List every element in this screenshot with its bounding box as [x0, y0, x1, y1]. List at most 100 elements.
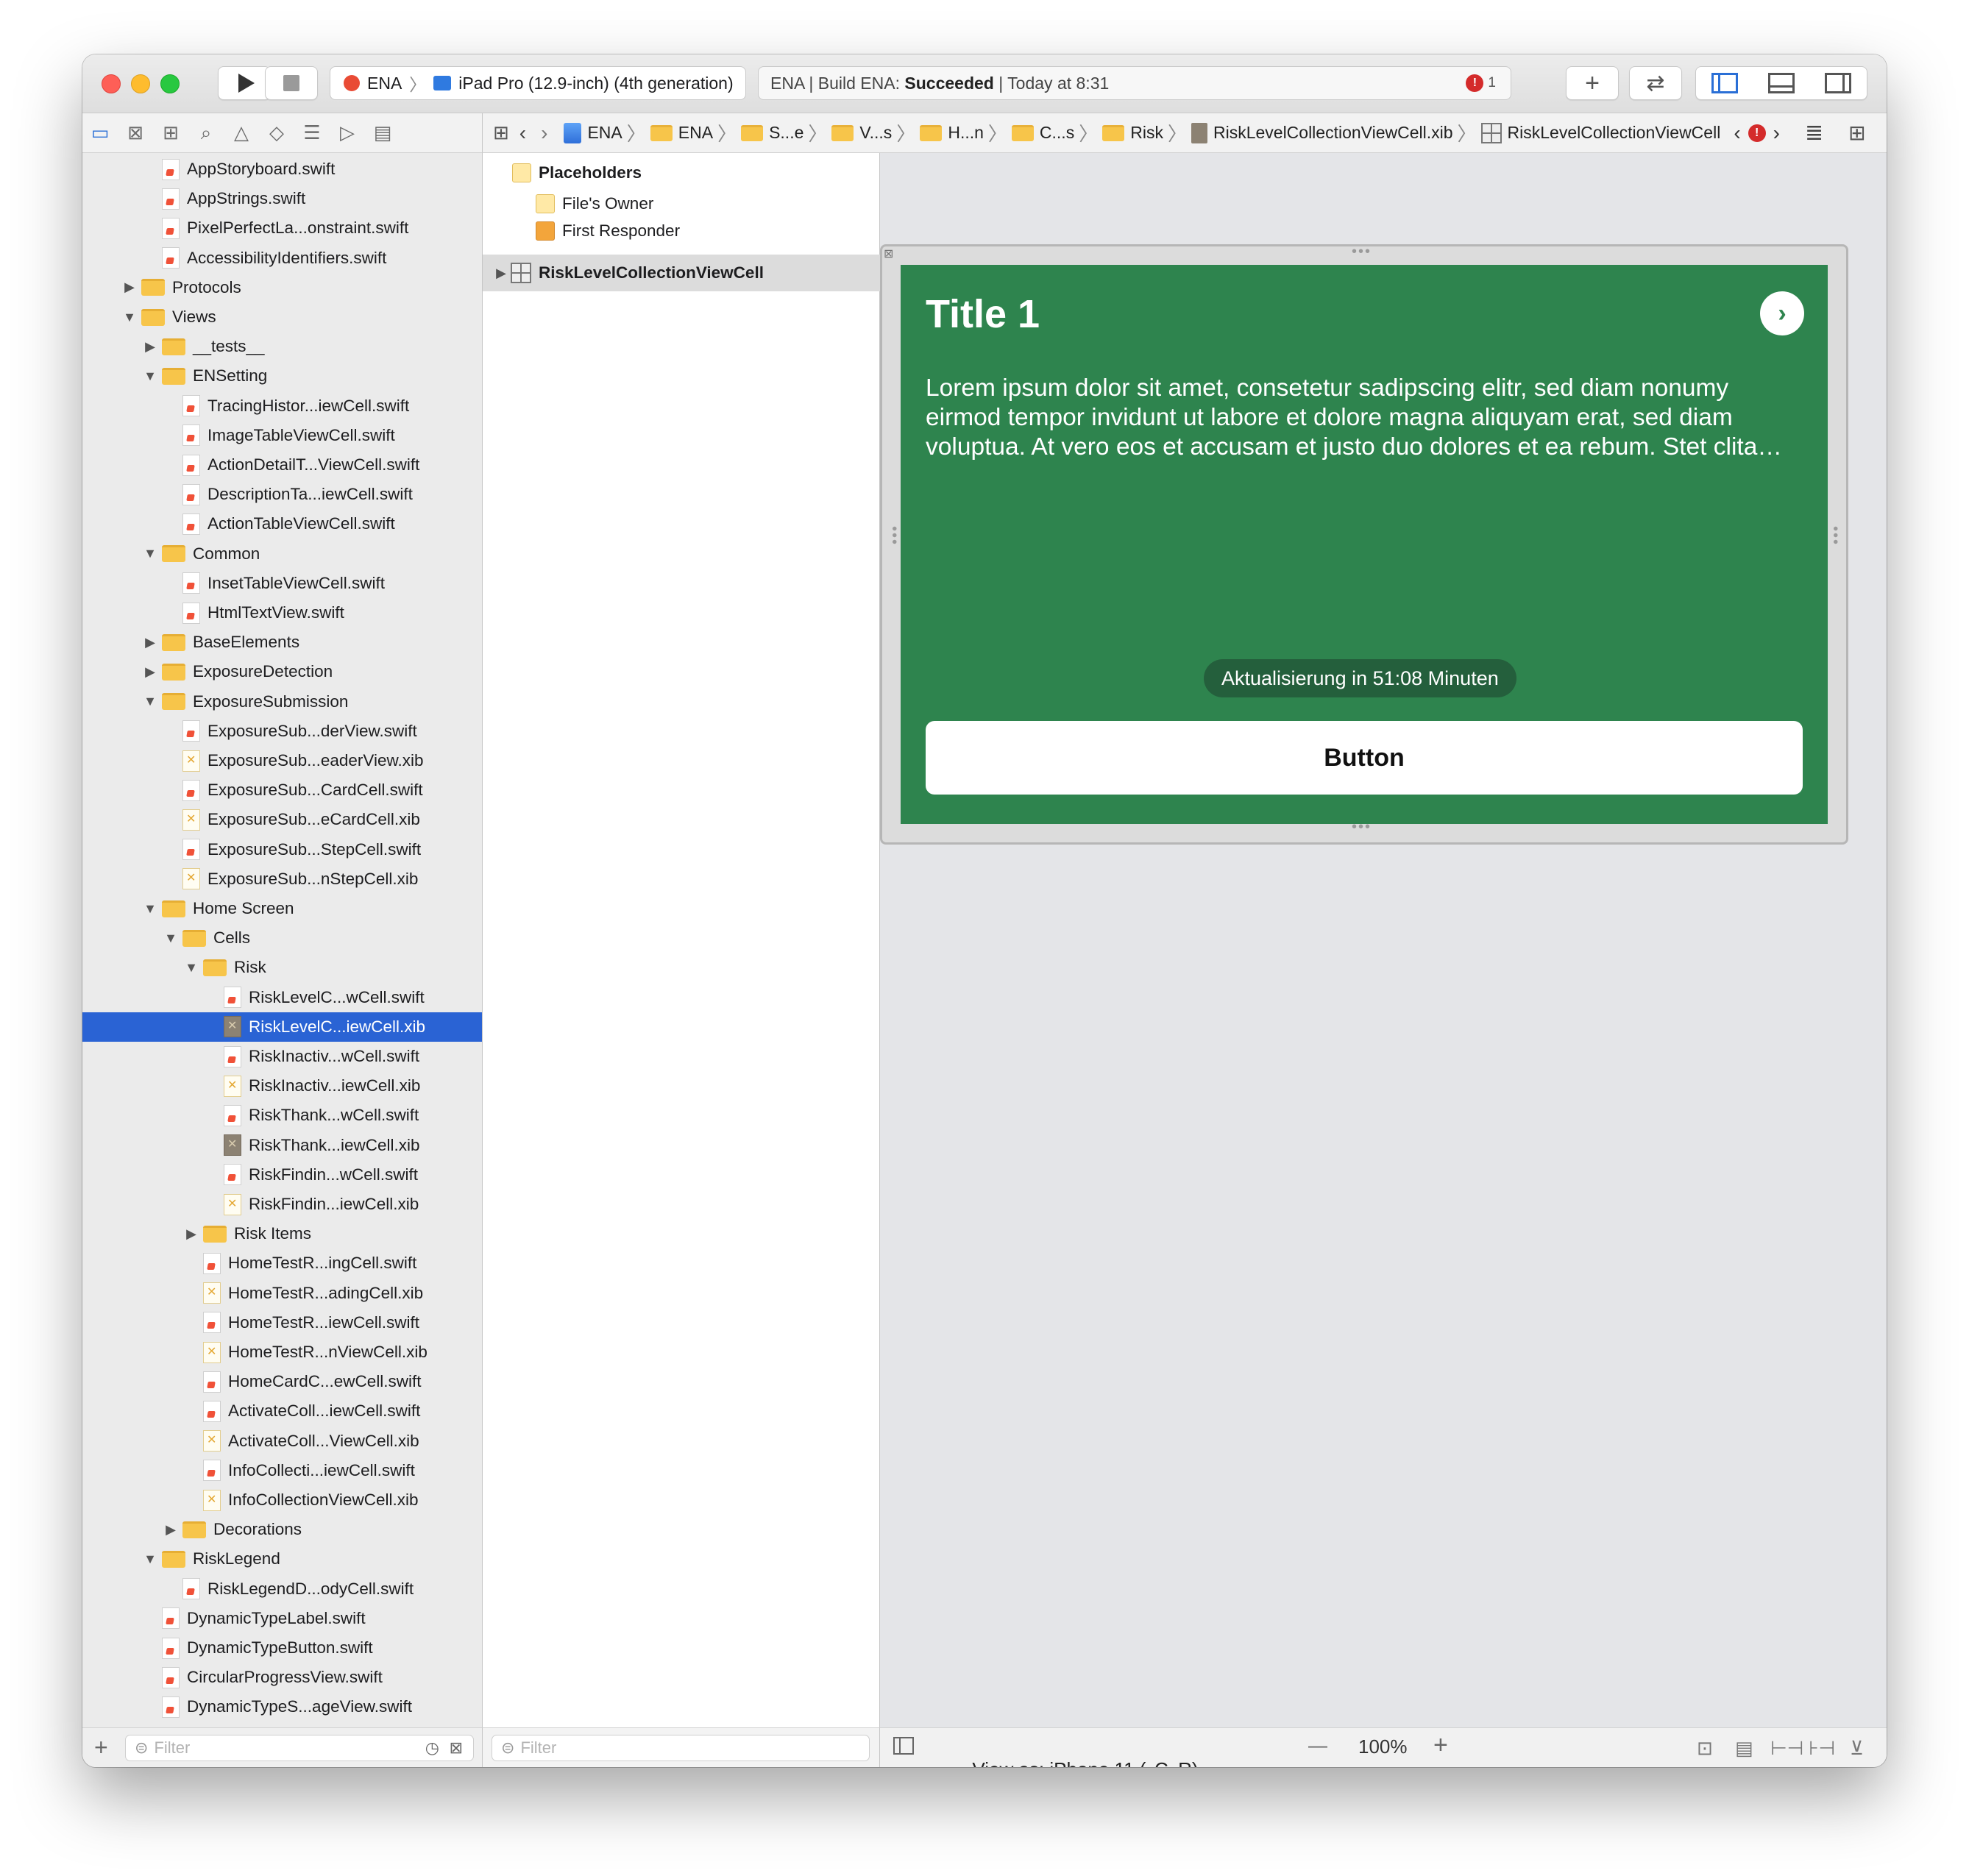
- navigator-file-row[interactable]: HomeTestR...iewCell.swift: [82, 1308, 482, 1337]
- navigator-group-row[interactable]: ▼ RiskLegend: [82, 1544, 482, 1574]
- update-countdown-badge[interactable]: Aktualisierung in 51:08 Minuten: [1204, 659, 1516, 697]
- navigator-file-row[interactable]: CircularProgressView.swift: [82, 1663, 482, 1692]
- navigator-file-row[interactable]: RiskLevelC...wCell.swift: [82, 983, 482, 1012]
- report-navigator-icon[interactable]: ▤: [365, 113, 400, 153]
- forward-chevron-icon[interactable]: ›: [541, 121, 547, 145]
- previous-issue-chevron-icon[interactable]: ‹: [1734, 121, 1740, 145]
- jump-bar-item-homescreen[interactable]: H...n: [920, 123, 984, 143]
- navigator-file-row[interactable]: HomeTestR...ingCell.swift: [82, 1248, 482, 1278]
- close-scene-icon[interactable]: ⊠: [884, 246, 893, 261]
- navigator-group-row[interactable]: ▼ ENSetting: [82, 361, 482, 391]
- disclosure-closed-icon[interactable]: ▶: [162, 1522, 180, 1538]
- outline-first-responder[interactable]: First Responder: [483, 217, 880, 245]
- navigator-group-row[interactable]: ▶ __tests__: [82, 332, 482, 361]
- navigator-file-row[interactable]: AppStrings.swift: [82, 184, 482, 213]
- navigator-file-row[interactable]: ActionDetailT...ViewCell.swift: [82, 450, 482, 480]
- issue-error-icon[interactable]: !: [1748, 124, 1766, 142]
- navigator-group-row[interactable]: ▶ Risk Items: [82, 1219, 482, 1248]
- jump-bar-item-source[interactable]: S...e: [741, 123, 803, 143]
- run-button[interactable]: [218, 66, 271, 100]
- navigator-file-row[interactable]: ExposureSub...nStepCell.xib: [82, 864, 482, 894]
- navigator-group-row[interactable]: ▶ Protocols: [82, 273, 482, 302]
- outline-filter-input[interactable]: ⊜ Filter: [492, 1735, 870, 1761]
- navigator-file-row[interactable]: TracingHistor...iewCell.swift: [82, 391, 482, 421]
- align-constraints-icon[interactable]: ⊢⊣: [1770, 1737, 1803, 1760]
- next-issue-chevron-icon[interactable]: ›: [1773, 121, 1780, 145]
- close-window-button[interactable]: [102, 74, 121, 93]
- related-items-grid-icon[interactable]: ⊞: [493, 121, 509, 144]
- disclosure-open-icon[interactable]: ▼: [121, 310, 138, 325]
- editor-options-lines-icon[interactable]: ≣: [1805, 120, 1823, 146]
- navigator-file-row[interactable]: InfoCollecti...iewCell.swift: [82, 1456, 482, 1485]
- disclosure-closed-icon[interactable]: ▶: [141, 339, 159, 355]
- stop-button[interactable]: [265, 66, 318, 100]
- zoom-out-button[interactable]: —: [1308, 1734, 1327, 1757]
- project-navigator-folder-icon[interactable]: ▭: [82, 113, 118, 153]
- disclosure-triangle-icon[interactable]: ▶: [492, 266, 511, 281]
- add-editor-icon[interactable]: ⊞: [1848, 121, 1865, 145]
- navigator-group-row[interactable]: ▶ BaseElements: [82, 628, 482, 657]
- recent-files-clock-icon[interactable]: ◷: [425, 1738, 439, 1758]
- navigator-file-row[interactable]: ExposureSub...CardCell.swift: [82, 775, 482, 805]
- navigator-group-row[interactable]: ▼ Views: [82, 302, 482, 332]
- navigator-file-row[interactable]: DynamicTypeButton.swift: [82, 1633, 482, 1663]
- source-control-icon[interactable]: ⊠: [118, 113, 153, 153]
- navigator-file-row[interactable]: RiskFindin...wCell.swift: [82, 1160, 482, 1190]
- navigator-group-row[interactable]: ▶ ExposureDetection: [82, 657, 482, 686]
- cell-title-label[interactable]: Title 1: [926, 291, 1040, 337]
- disclosure-closed-icon[interactable]: ▶: [182, 1226, 200, 1242]
- navigator-file-row[interactable]: ActivateColl...ViewCell.xib: [82, 1426, 482, 1456]
- navigator-file-row[interactable]: DescriptionTa...iewCell.swift: [82, 480, 482, 509]
- risk-level-cell[interactable]: Title 1 › Lorem ipsum dolor sit amet, co…: [901, 265, 1828, 824]
- navigator-file-row[interactable]: HomeTestR...nViewCell.xib: [82, 1337, 482, 1367]
- zoom-in-button[interactable]: +: [1433, 1731, 1448, 1760]
- jump-bar-item-xib-file[interactable]: RiskLevelCollectionViewCell.xib: [1191, 122, 1453, 143]
- navigator-filter-input[interactable]: ⊜ Filter ◷ ⊠: [125, 1735, 474, 1761]
- navigator-file-row[interactable]: RiskInactiv...iewCell.xib: [82, 1071, 482, 1101]
- navigator-file-row[interactable]: InfoCollectionViewCell.xib: [82, 1485, 482, 1515]
- navigator-file-row[interactable]: ExposureSub...derView.swift: [82, 717, 482, 746]
- jump-bar-item-project[interactable]: ENA: [564, 122, 622, 143]
- symbol-navigator-icon[interactable]: ⊞: [153, 113, 188, 153]
- navigator-file-row[interactable]: RiskInactiv...wCell.swift: [82, 1042, 482, 1071]
- navigator-group-row[interactable]: ▶ Decorations: [82, 1515, 482, 1544]
- navigator-file-row[interactable]: PixelPerfectLa...onstraint.swift: [82, 213, 482, 243]
- cell-body-label[interactable]: Lorem ipsum dolor sit amet, consetetur s…: [926, 374, 1809, 462]
- navigator-group-row[interactable]: ▼ Risk: [82, 953, 482, 982]
- code-review-button[interactable]: ⇄: [1629, 66, 1682, 100]
- update-frames-icon[interactable]: ⊡: [1697, 1737, 1713, 1760]
- disclosure-closed-icon[interactable]: ▶: [141, 664, 159, 680]
- navigator-file-row[interactable]: HomeCardC...ewCell.swift: [82, 1367, 482, 1396]
- add-constraints-icon[interactable]: ⊦⊣: [1809, 1737, 1835, 1760]
- navigator-file-row[interactable]: HtmlTextView.swift: [82, 598, 482, 628]
- disclosure-closed-icon[interactable]: ▶: [141, 635, 159, 650]
- minimize-window-button[interactable]: [131, 74, 150, 93]
- navigator-file-row[interactable]: RiskLevelC...iewCell.xib: [82, 1012, 482, 1042]
- jump-bar-item-cell[interactable]: RiskLevelCollectionViewCell: [1480, 122, 1720, 143]
- chevron-right-icon[interactable]: ›: [1760, 291, 1804, 335]
- right-resize-handle[interactable]: •••: [1826, 526, 1843, 546]
- outline-files-owner[interactable]: File's Owner: [483, 190, 880, 218]
- scheme-selector[interactable]: ENA 〉 iPad Pro (12.9-inch) (4th generati…: [330, 66, 746, 100]
- navigator-file-row[interactable]: HomeTestR...adingCell.xib: [82, 1279, 482, 1308]
- test-navigator-icon[interactable]: ◇: [259, 113, 294, 153]
- navigator-file-row[interactable]: RiskFindin...iewCell.xib: [82, 1190, 482, 1219]
- navigator-panel-icon[interactable]: [1711, 73, 1738, 93]
- navigator-group-row[interactable]: ▼ Home Screen: [82, 894, 482, 923]
- disclosure-open-icon[interactable]: ▼: [162, 931, 180, 946]
- navigator-file-row[interactable]: ExposureSub...StepCell.swift: [82, 835, 482, 864]
- navigator-file-row[interactable]: ExposureSub...eCardCell.xib: [82, 805, 482, 834]
- cell-action-button[interactable]: Button: [926, 721, 1803, 795]
- navigator-file-row[interactable]: ExposureSub...eaderView.xib: [82, 746, 482, 775]
- navigator-file-row[interactable]: ActionTableViewCell.swift: [82, 509, 482, 539]
- embed-in-stack-icon[interactable]: ▤: [1735, 1737, 1753, 1760]
- source-control-filter-icon[interactable]: ⊠: [450, 1738, 463, 1758]
- disclosure-open-icon[interactable]: ▼: [141, 1552, 159, 1567]
- navigator-file-row[interactable]: ActivateColl...iewCell.swift: [82, 1396, 482, 1426]
- outline-placeholders[interactable]: Placeholders: [483, 159, 880, 187]
- left-resize-handle[interactable]: •••: [885, 526, 902, 546]
- error-indicator[interactable]: ! 1: [1466, 74, 1496, 92]
- add-file-plus-icon[interactable]: +: [94, 1734, 108, 1761]
- zoom-level[interactable]: 100%: [1358, 1735, 1408, 1758]
- navigator-group-row[interactable]: ▼ Common: [82, 539, 482, 569]
